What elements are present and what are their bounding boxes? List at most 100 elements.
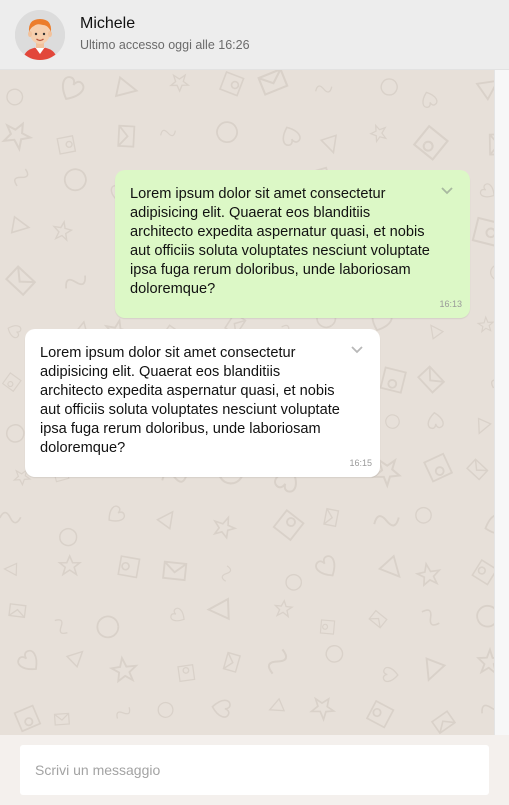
wallpaper-doodle — [267, 648, 288, 675]
wallpaper-doodle — [477, 417, 492, 435]
wallpaper-doodle — [61, 76, 85, 100]
wallpaper-doodle — [212, 515, 238, 540]
wallpaper-doodle — [169, 73, 191, 93]
message-text: Lorem ipsum dolor sit amet consectetur a… — [40, 345, 340, 456]
wallpaper-doodle — [430, 324, 445, 340]
wallpaper-doodle — [319, 134, 337, 155]
wallpaper-doodle — [476, 646, 494, 676]
wallpaper-doodle — [218, 70, 245, 97]
wallpaper-doodle — [221, 565, 232, 582]
composer-bar — [0, 735, 509, 805]
wallpaper-doodle — [177, 664, 196, 683]
wallpaper-doodle — [6, 88, 24, 106]
wallpaper-doodle — [315, 555, 336, 577]
wallpaper-doodle — [373, 515, 400, 527]
wallpaper-doodle — [319, 619, 336, 635]
wallpaper-doodle — [206, 597, 230, 621]
wallpaper-doodle — [368, 609, 388, 629]
wallpaper-doodle — [1, 121, 34, 152]
wallpaper-doodle — [1, 372, 22, 393]
wallpaper-doodle — [377, 554, 401, 579]
wallpaper-doodle — [162, 560, 188, 582]
wallpaper-doodle — [57, 554, 83, 577]
wallpaper-doodle — [471, 216, 494, 247]
wallpaper-doodle — [385, 414, 400, 429]
wallpaper-doodle — [56, 135, 77, 155]
wallpaper-doodle — [285, 574, 303, 591]
wallpaper-doodle — [415, 506, 432, 524]
wallpaper-doodle — [53, 712, 70, 726]
last-seen-status: Ultimo accesso oggi alle 16:26 — [80, 38, 250, 52]
chat-messages-area[interactable]: Lorem ipsum dolor sit amet consectetur a… — [0, 70, 494, 735]
wallpaper-doodle — [282, 126, 301, 146]
wallpaper-doodle — [3, 562, 18, 577]
wallpaper-doodle — [380, 78, 398, 96]
avatar[interactable] — [15, 10, 65, 60]
wallpaper-doodle — [425, 657, 447, 682]
wallpaper-doodle — [156, 510, 174, 531]
avatar-icon — [15, 10, 65, 60]
wallpaper-doodle — [114, 75, 139, 98]
message-bubble-incoming[interactable]: Lorem ipsum dolor sit amet consectetur a… — [25, 329, 380, 477]
wallpaper-doodle — [476, 315, 494, 334]
wallpaper-doodle — [466, 458, 489, 481]
wallpaper-doodle — [117, 555, 141, 579]
wallpaper-doodle — [216, 121, 238, 143]
wallpaper-doodle — [0, 511, 22, 524]
wallpaper-doodle — [7, 325, 22, 339]
wallpaper-doodle — [52, 219, 74, 242]
wallpaper-doodle — [54, 619, 68, 635]
wallpaper-doodle — [412, 124, 450, 161]
chevron-down-icon[interactable] — [440, 186, 454, 196]
wallpaper-doodle — [117, 124, 136, 148]
wallpaper-doodle — [170, 607, 185, 622]
wallpaper-doodle — [108, 655, 139, 684]
wallpaper-doodle — [475, 79, 494, 101]
wallpaper-doodle — [160, 129, 176, 137]
wallpaper-doodle — [379, 366, 407, 394]
wallpaper-doodle — [59, 528, 78, 547]
wallpaper-doodle — [414, 561, 442, 588]
wallpaper-doodle — [14, 168, 29, 187]
wallpaper-doodle — [423, 452, 454, 483]
chevron-down-icon[interactable] — [350, 345, 364, 355]
wallpaper-doodle — [421, 609, 440, 626]
wallpaper-doodle — [65, 650, 84, 669]
wallpaper-doodle — [417, 365, 446, 394]
wallpaper-doodle — [323, 507, 340, 528]
wallpaper-doodle — [4, 265, 37, 297]
wallpaper-doodle — [6, 424, 25, 443]
message-input[interactable] — [20, 745, 489, 795]
message-time: 16:13 — [439, 299, 462, 309]
wallpaper-doodle — [471, 558, 494, 586]
wallpaper-doodle — [116, 707, 131, 719]
contact-name: Michele — [80, 15, 136, 32]
wallpaper-doodle — [8, 603, 27, 619]
wallpaper-doodle — [257, 70, 289, 96]
wallpaper-doodle — [108, 505, 126, 522]
wallpaper-doodle — [63, 168, 87, 192]
wallpaper-doodle — [325, 644, 344, 663]
wallpaper-doodle — [309, 696, 337, 723]
wallpaper-doodle — [17, 649, 38, 671]
wallpaper-doodle — [273, 599, 294, 619]
chat-scrollbar[interactable] — [494, 70, 509, 735]
wallpaper-doodle — [365, 699, 395, 729]
chat-header: Michele Ultimo accesso oggi alle 16:26 — [0, 0, 509, 70]
wallpaper-doodle — [430, 710, 457, 735]
wallpaper-doodle — [369, 123, 388, 144]
wallpaper-doodle — [479, 183, 494, 198]
wallpaper-doodle — [96, 615, 120, 639]
wallpaper-doodle — [222, 651, 241, 673]
wallpaper-doodle — [13, 704, 42, 733]
message-input-container[interactable] — [20, 745, 489, 795]
message-time: 16:15 — [349, 458, 372, 468]
wallpaper-doodle — [481, 701, 494, 714]
wallpaper-doodle — [157, 701, 174, 718]
wallpaper-doodle — [427, 411, 444, 430]
wallpaper-doodle — [211, 699, 231, 718]
wallpaper-doodle — [476, 605, 494, 628]
wallpaper-doodle — [65, 275, 87, 289]
message-bubble-outgoing[interactable]: Lorem ipsum dolor sit amet consectetur a… — [115, 170, 470, 318]
message-text: Lorem ipsum dolor sit amet consectetur a… — [130, 186, 430, 297]
